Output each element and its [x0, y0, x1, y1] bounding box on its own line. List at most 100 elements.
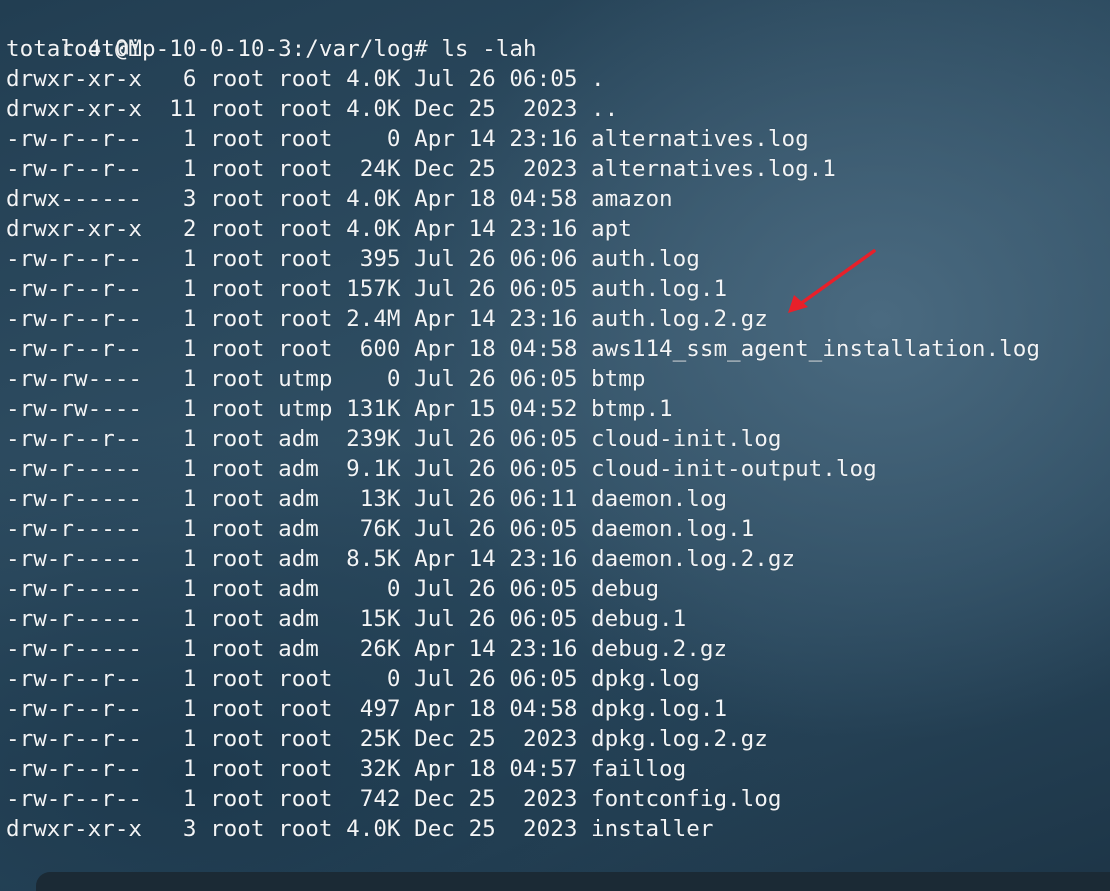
- file-month: Dec: [414, 96, 455, 122]
- file-day: 26: [468, 486, 496, 512]
- file-time: 2023: [509, 786, 578, 812]
- file-owner: root: [210, 216, 265, 242]
- file-time: 06:05: [509, 366, 578, 392]
- file-group: adm: [278, 606, 333, 632]
- file-entry-row: -rw-r----- 1 root adm 26K Apr 14 23:16 d…: [6, 634, 1110, 664]
- file-group: utmp: [278, 366, 333, 392]
- prompt-path: /var/log: [305, 36, 415, 62]
- file-owner: root: [210, 306, 265, 332]
- file-group: utmp: [278, 396, 333, 422]
- file-month: Jul: [414, 246, 455, 272]
- file-day: 18: [468, 186, 496, 212]
- file-month: Apr: [414, 756, 455, 782]
- file-day: 26: [468, 576, 496, 602]
- file-group: adm: [278, 426, 333, 452]
- file-entry-row: -rw-r----- 1 root adm 8.5K Apr 14 23:16 …: [6, 544, 1110, 574]
- file-month: Apr: [414, 336, 455, 362]
- file-entry-row: drwxr-xr-x 6 root root 4.0K Jul 26 06:05…: [6, 64, 1110, 94]
- red-arrow-icon: [788, 249, 876, 313]
- link-count: 1: [155, 276, 197, 302]
- file-permissions: -rw-rw----: [6, 396, 143, 422]
- link-count: 1: [155, 546, 197, 572]
- file-name: amazon: [591, 186, 673, 212]
- file-owner: root: [210, 96, 265, 122]
- file-size: 4.0K: [346, 816, 401, 842]
- file-owner: root: [210, 606, 265, 632]
- file-name: .: [591, 66, 605, 92]
- link-count: 1: [155, 666, 197, 692]
- file-time: 06:05: [509, 576, 578, 602]
- file-size: 131K: [346, 396, 401, 422]
- file-permissions: -rw-r-----: [6, 516, 143, 542]
- file-group: root: [278, 126, 333, 152]
- file-time: 04:58: [509, 336, 578, 362]
- file-time: 06:05: [509, 606, 578, 632]
- file-time: 2023: [509, 816, 578, 842]
- file-day: 26: [468, 276, 496, 302]
- file-name: daemon.log: [591, 486, 728, 512]
- file-time: 06:05: [509, 666, 578, 692]
- file-entry-row: -rw-r--r-- 1 root root 24K Dec 25 2023 a…: [6, 154, 1110, 184]
- file-owner: root: [210, 426, 265, 452]
- file-name: daemon.log.2.gz: [591, 546, 796, 572]
- file-size: 4.0K: [346, 96, 401, 122]
- file-name: auth.log.2.gz: [591, 306, 768, 332]
- file-entry-row: -rw-r----- 1 root adm 15K Jul 26 06:05 d…: [6, 604, 1110, 634]
- file-group: root: [278, 696, 333, 722]
- file-time: 2023: [509, 726, 578, 752]
- file-day: 14: [468, 636, 496, 662]
- file-permissions: -rw-r-----: [6, 636, 143, 662]
- file-owner: root: [210, 396, 265, 422]
- file-time: 23:16: [509, 216, 578, 242]
- file-permissions: -rw-r--r--: [6, 126, 143, 152]
- file-day: 26: [468, 426, 496, 452]
- file-entry-row: -rw-r--r-- 1 root root 742 Dec 25 2023 f…: [6, 784, 1110, 814]
- link-count: 1: [155, 696, 197, 722]
- file-owner: root: [210, 726, 265, 752]
- link-count: 1: [155, 246, 197, 272]
- terminal-output[interactable]: root@ip-10-0-10-3:/var/log# ls -lah tota…: [6, 4, 1110, 844]
- file-day: 18: [468, 756, 496, 782]
- file-day: 18: [468, 336, 496, 362]
- file-day: 15: [468, 396, 496, 422]
- terminal-input-bar[interactable]: [36, 872, 1110, 891]
- file-name: btmp.1: [591, 396, 673, 422]
- file-name: btmp: [591, 366, 646, 392]
- terminal-window[interactable]: { "prompt": { "user_host": "root@ip-10-0…: [0, 0, 1110, 891]
- file-name: dpkg.log: [591, 666, 700, 692]
- file-size: 600: [346, 336, 401, 362]
- file-permissions: -rw-r--r--: [6, 726, 143, 752]
- file-owner: root: [210, 576, 265, 602]
- file-entry-row: -rw-r--r-- 1 root root 2.4M Apr 14 23:16…: [6, 304, 1110, 334]
- file-month: Jul: [414, 66, 455, 92]
- file-owner: root: [210, 156, 265, 182]
- link-count: 1: [155, 606, 197, 632]
- file-name: fontconfig.log: [591, 786, 782, 812]
- link-count: 2: [155, 216, 197, 242]
- file-size: 497: [346, 696, 401, 722]
- file-group: adm: [278, 486, 333, 512]
- file-name: apt: [591, 216, 632, 242]
- file-size: 0: [346, 576, 401, 602]
- file-entry-row: -rw-rw---- 1 root utmp 131K Apr 15 04:52…: [6, 394, 1110, 424]
- file-time: 04:58: [509, 696, 578, 722]
- link-count: 1: [155, 396, 197, 422]
- file-month: Jul: [414, 366, 455, 392]
- file-permissions: -rw-r-----: [6, 546, 143, 572]
- file-size: 0: [346, 126, 401, 152]
- file-entry-row: -rw-rw---- 1 root utmp 0 Jul 26 06:05 bt…: [6, 364, 1110, 394]
- file-size: 15K: [346, 606, 401, 632]
- file-size: 395: [346, 246, 401, 272]
- link-count: 1: [155, 486, 197, 512]
- file-entry-row: -rw-r----- 1 root adm 0 Jul 26 06:05 deb…: [6, 574, 1110, 604]
- file-size: 24K: [346, 156, 401, 182]
- file-group: root: [278, 66, 333, 92]
- link-count: 1: [155, 636, 197, 662]
- prompt-command: ls -lah: [441, 36, 537, 62]
- file-size: 157K: [346, 276, 401, 302]
- file-size: 239K: [346, 426, 401, 452]
- file-permissions: -rw-r-----: [6, 456, 143, 482]
- link-count: 6: [155, 66, 197, 92]
- file-day: 26: [468, 606, 496, 632]
- file-day: 14: [468, 216, 496, 242]
